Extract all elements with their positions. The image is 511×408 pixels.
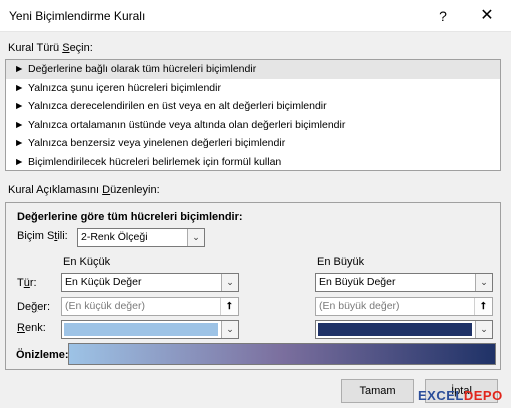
color-label: Renk:: [17, 322, 46, 334]
title-bar: Yeni Biçimlendirme Kuralı ? ✕: [0, 0, 511, 32]
arrow-icon: ►: [14, 100, 25, 112]
description-heading: Değerlerine göre tüm hücreleri biçimlend…: [17, 211, 243, 223]
chevron-down-icon[interactable]: ⌄: [475, 321, 492, 338]
max-value-input[interactable]: (En büyük değer) ⭡: [315, 297, 493, 316]
max-color-swatch: [318, 323, 472, 336]
max-header: En Büyük: [317, 256, 365, 268]
preview-label: Önizleme:: [16, 349, 69, 361]
close-button[interactable]: ✕: [472, 4, 502, 28]
chevron-down-icon[interactable]: ⌄: [475, 274, 492, 291]
help-button[interactable]: ?: [428, 4, 458, 28]
chevron-down-icon[interactable]: ⌄: [187, 229, 204, 246]
arrow-icon: ►: [14, 81, 25, 94]
min-color-picker[interactable]: ⌄: [61, 320, 239, 339]
cell-picker-icon[interactable]: ⭡: [220, 298, 238, 315]
rule-type-item[interactable]: ► Yalnızca şunu içeren hücreleri biçimlen…: [6, 79, 500, 98]
min-type-value: En Küçük Değer: [65, 276, 142, 288]
max-type-select[interactable]: En Büyük Değer ⌄: [315, 273, 493, 292]
rule-type-item[interactable]: ► Değerlerine bağlı olarak tüm hücreleri …: [6, 60, 500, 79]
format-style-value: 2-Renk Ölçeği: [81, 231, 148, 243]
window-title: Yeni Biçimlendirme Kuralı: [9, 9, 146, 23]
min-value-input[interactable]: (En küçük değer) ⭡: [61, 297, 239, 316]
rule-description-label: Kural Açıklamasını Düzenleyin:: [8, 184, 160, 196]
min-type-select[interactable]: En Küçük Değer ⌄: [61, 273, 239, 292]
rule-type-item[interactable]: ► Yalnızca ortalamanın üstünde veya altın…: [6, 116, 500, 135]
min-value-placeholder: (En küçük değer): [65, 300, 145, 312]
preview-gradient: [68, 343, 496, 365]
arrow-icon: ►: [14, 63, 25, 75]
chevron-down-icon[interactable]: ⌄: [221, 321, 238, 338]
min-header: En Küçük: [63, 256, 111, 268]
arrow-icon: ►: [14, 137, 25, 149]
type-label: Tür:: [17, 277, 37, 289]
max-color-picker[interactable]: ⌄: [315, 320, 493, 339]
rule-description-panel: Değerlerine göre tüm hücreleri biçimlend…: [5, 202, 501, 370]
format-style-select[interactable]: 2-Renk Ölçeği ⌄: [77, 228, 205, 247]
arrow-icon: ►: [14, 118, 25, 131]
ok-button[interactable]: Tamam: [341, 379, 414, 403]
max-value-placeholder: (En büyük değer): [319, 300, 400, 312]
value-label: Değer:: [17, 301, 51, 313]
rule-type-item[interactable]: ► Yalnızca derecelendirilen en üst veya e…: [6, 97, 500, 116]
rule-type-item[interactable]: ► Biçimlendirilecek hücreleri belirlemek …: [6, 153, 500, 172]
cell-picker-icon[interactable]: ⭡: [474, 298, 492, 315]
rule-type-label: Kural Türü Seçin:: [8, 42, 93, 54]
arrow-icon: ►: [14, 155, 25, 168]
format-style-label: Biçim Stili:: [17, 230, 68, 242]
chevron-down-icon[interactable]: ⌄: [221, 274, 238, 291]
max-type-value: En Büyük Değer: [319, 276, 396, 288]
rule-type-item[interactable]: ► Yalnızca benzersiz veya yinelenen değer…: [6, 134, 500, 153]
min-color-swatch: [64, 323, 218, 336]
watermark-logo: EXCELDEPO: [418, 388, 503, 403]
rule-type-list[interactable]: ► Değerlerine bağlı olarak tüm hücreleri …: [5, 59, 501, 171]
